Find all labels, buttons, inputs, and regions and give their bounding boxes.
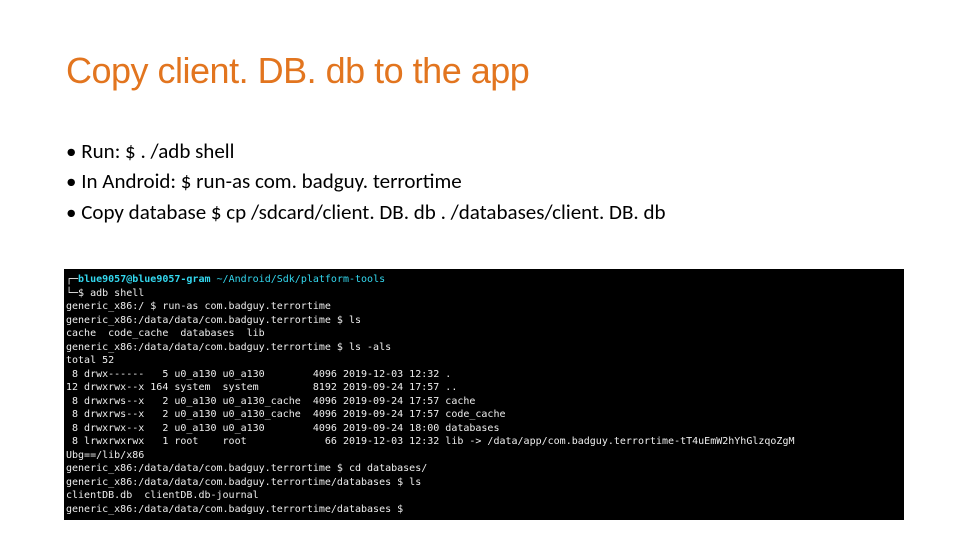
terminal-line: generic_x86:/ $ run-as com.badguy.terror… <box>66 301 331 312</box>
bullet-item: In Android: $ run-as com. badguy. terror… <box>66 166 894 196</box>
terminal-line: clientDB.db clientDB.db-journal <box>66 490 259 501</box>
terminal-line: 8 drwxrwx--x 2 u0_a130 u0_a130 4096 2019… <box>66 423 499 434</box>
terminal-line: cache code_cache databases lib <box>66 328 265 339</box>
terminal-line: 8 lrwxrwxrwx 1 root root 66 2019-12-03 1… <box>66 436 794 447</box>
terminal-line: generic_x86:/data/data/com.badguy.terror… <box>66 504 409 515</box>
terminal-path: ~/Android/Sdk/platform-tools <box>217 274 386 285</box>
terminal-line: ┌─blue9057@blue9057-gram ~/Android/Sdk/p… <box>66 274 385 285</box>
terminal-line: total 52 <box>66 355 114 366</box>
slide: Copy client. DB. db to the app Run: $ . … <box>0 0 960 540</box>
terminal-line: generic_x86:/data/data/com.badguy.terror… <box>66 463 427 474</box>
terminal-user: blue9057@blue9057-gram <box>78 274 210 285</box>
terminal-line: 8 drwxrws--x 2 u0_a130 u0_a130_cache 409… <box>66 396 475 407</box>
bullet-item: Copy database $ cp /sdcard/client. DB. d… <box>66 197 894 227</box>
terminal-line: generic_x86:/data/data/com.badguy.terror… <box>66 342 391 353</box>
terminal-line: 8 drwx------ 5 u0_a130 u0_a130 4096 2019… <box>66 369 451 380</box>
terminal-screenshot: ┌─blue9057@blue9057-gram ~/Android/Sdk/p… <box>64 269 904 520</box>
terminal-line: └─$ adb shell <box>66 288 144 299</box>
bullet-item: Run: $ . /adb shell <box>66 136 894 166</box>
terminal-line: generic_x86:/data/data/com.badguy.terror… <box>66 315 361 326</box>
bullet-list: Run: $ . /adb shell In Android: $ run-as… <box>66 136 894 227</box>
terminal-line: generic_x86:/data/data/com.badguy.terror… <box>66 477 421 488</box>
terminal-line: Ubg==/lib/x86 <box>66 450 144 461</box>
terminal-cmd: $ adb shell <box>78 288 144 299</box>
terminal-line: 12 drwxrwx--x 164 system system 8192 201… <box>66 382 457 393</box>
slide-title: Copy client. DB. db to the app <box>66 50 894 92</box>
terminal-line: 8 drwxrws--x 2 u0_a130 u0_a130_cache 409… <box>66 409 506 420</box>
